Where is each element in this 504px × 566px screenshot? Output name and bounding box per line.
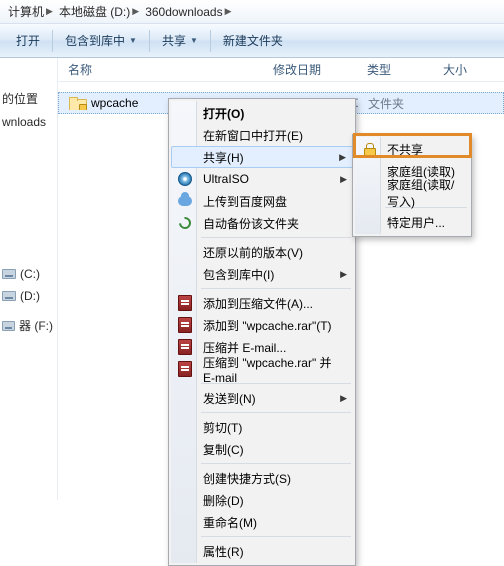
submenu-arrow-icon: ▶ <box>340 393 347 404</box>
ctx-share[interactable]: 共享(H)▶ <box>171 146 353 168</box>
ctx-add-to-rar[interactable]: 添加到 "wpcache.rar"(T) <box>171 314 353 336</box>
ctx-upload-baidu[interactable]: 上传到百度网盘 <box>171 190 353 212</box>
ctx-ultraiso[interactable]: UltraISO▶ <box>171 168 353 190</box>
new-folder-button[interactable]: 新建文件夹 <box>213 28 293 54</box>
ctx-add-archive[interactable]: 添加到压缩文件(A)... <box>171 292 353 314</box>
col-type[interactable]: 类型 <box>357 61 433 78</box>
column-headers[interactable]: 名称 修改日期 类型 大小 <box>58 58 504 82</box>
context-menu[interactable]: 打开(O) 在新窗口中打开(E) 共享(H)▶ UltraISO▶ 上传到百度网… <box>168 98 356 566</box>
sidebar-item-downloads[interactable]: wnloads <box>0 111 57 133</box>
toolbar: 打开 包含到库中▼ 共享▼ 新建文件夹 <box>0 24 504 58</box>
open-button[interactable]: 打开 <box>6 28 50 54</box>
submenu-arrow-icon: ▶ <box>340 174 347 185</box>
submenu-arrow-icon: ▶ <box>339 152 346 163</box>
share-button[interactable]: 共享▼ <box>152 28 208 54</box>
cloud-icon <box>177 193 193 209</box>
col-size[interactable]: 大小 <box>433 61 504 78</box>
file-type: 文件夹 <box>358 95 434 112</box>
bc-drive-d[interactable]: 本地磁盘 (D:)▶ <box>55 0 141 23</box>
lock-icon <box>79 104 87 110</box>
include-library-button[interactable]: 包含到库中▼ <box>55 28 147 54</box>
archive-icon <box>177 361 193 377</box>
chevron-down-icon: ▼ <box>190 36 198 45</box>
bc-computer[interactable]: 计算机▶ <box>4 0 55 23</box>
chevron-right-icon: ▶ <box>46 6 53 17</box>
col-date[interactable]: 修改日期 <box>263 61 357 78</box>
ctx-cut[interactable]: 剪切(T) <box>171 416 353 438</box>
ctx-send-to[interactable]: 发送到(N)▶ <box>171 387 353 409</box>
drive-icon <box>2 269 16 279</box>
ctx-properties[interactable]: 属性(R) <box>171 540 353 562</box>
breadcrumb[interactable]: 计算机▶ 本地磁盘 (D:)▶ 360downloads▶ <box>0 0 504 24</box>
chevron-right-icon: ▶ <box>225 6 232 17</box>
ctx-open-new-window[interactable]: 在新窗口中打开(E) <box>171 124 353 146</box>
col-name[interactable]: 名称 <box>58 61 263 78</box>
archive-icon <box>177 295 193 311</box>
drive-icon <box>2 291 16 301</box>
folder-icon <box>69 97 85 110</box>
submenu-arrow-icon: ▶ <box>340 269 347 280</box>
sub-specific-users[interactable]: 特定用户... <box>355 211 469 233</box>
ctx-copy[interactable]: 复制(C) <box>171 438 353 460</box>
share-submenu[interactable]: 不共享 家庭组(读取) 家庭组(读取/写入) 特定用户... <box>352 134 472 237</box>
ctx-zip-rar-email[interactable]: 压缩到 "wpcache.rar" 并 E-mail <box>171 358 353 380</box>
ctx-restore-version[interactable]: 还原以前的版本(V) <box>171 241 353 263</box>
bc-folder[interactable]: 360downloads▶ <box>141 0 233 23</box>
archive-icon <box>177 317 193 333</box>
disc-icon <box>177 171 193 187</box>
sidebar-item-drive-d[interactable]: (D:) <box>0 285 57 307</box>
drive-icon <box>2 321 15 331</box>
ctx-open[interactable]: 打开(O) <box>171 102 353 124</box>
lock-icon <box>361 141 377 157</box>
sidebar: 的位置 wnloads (C:) (D:) 器 (F:) <box>0 58 58 500</box>
sub-homegroup-rw[interactable]: 家庭组(读取/写入) <box>355 182 469 204</box>
ctx-delete[interactable]: 删除(D) <box>171 489 353 511</box>
archive-icon <box>177 339 193 355</box>
chevron-down-icon: ▼ <box>129 36 137 45</box>
ctx-rename[interactable]: 重命名(M) <box>171 511 353 533</box>
sidebar-item-location[interactable]: 的位置 <box>0 86 57 111</box>
ctx-auto-backup[interactable]: 自动备份该文件夹 <box>171 212 353 234</box>
sidebar-item-drive-f[interactable]: 器 (F:) <box>0 313 57 338</box>
sidebar-item-drive-c[interactable]: (C:) <box>0 263 57 285</box>
ctx-include-library[interactable]: 包含到库中(I)▶ <box>171 263 353 285</box>
ctx-create-shortcut[interactable]: 创建快捷方式(S) <box>171 467 353 489</box>
sub-no-share[interactable]: 不共享 <box>355 138 469 160</box>
chevron-right-icon: ▶ <box>132 6 139 17</box>
sync-icon <box>177 215 193 231</box>
